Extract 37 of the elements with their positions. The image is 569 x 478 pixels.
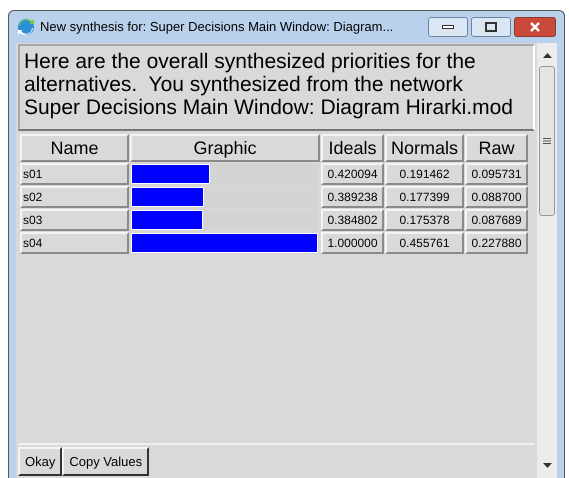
- column-header: Ideals: [321, 134, 384, 162]
- close-button[interactable]: [514, 17, 556, 37]
- scroll-up-icon[interactable]: [542, 53, 552, 58]
- table-cell: s04: [20, 232, 129, 254]
- table-cell: 0.384802: [321, 209, 384, 231]
- table-cell: 0.227880: [465, 232, 528, 254]
- column-header: Normals: [385, 134, 464, 162]
- table-cell: 0.191462: [385, 163, 464, 185]
- table-cell: 0.389238: [321, 186, 384, 208]
- minimize-button[interactable]: [428, 17, 468, 37]
- maximize-button[interactable]: [471, 17, 511, 37]
- table-cell: 0.420094: [321, 163, 384, 185]
- dialog-button[interactable]: Copy Values: [62, 447, 150, 476]
- scroll-down-icon[interactable]: [542, 463, 552, 468]
- scrollbar[interactable]: [537, 43, 557, 478]
- table-cell: 0.088700: [465, 186, 528, 208]
- grip-icon: [543, 138, 551, 144]
- window-title: New synthesis for: Super Decisions Main Window: Diagram...: [40, 18, 394, 36]
- table-cell: 0.455761: [385, 232, 464, 254]
- table-cell: s01: [20, 163, 129, 185]
- maximize-icon: [485, 22, 497, 32]
- app-icon: [17, 18, 35, 36]
- table-cell: 0.175378: [385, 209, 464, 231]
- table-cell: 0.177399: [385, 186, 464, 208]
- dialog-button[interactable]: Okay: [18, 447, 62, 476]
- table-cell: 1.000000: [321, 232, 384, 254]
- table-cell: s03: [20, 209, 129, 231]
- close-icon: [529, 22, 541, 32]
- column-header: Raw: [465, 134, 528, 162]
- message-text: Here are the overall synthesized priorities for the alternatives. You synthesized from the network Super Decisions Main Window: Diagram Hirarki.mod: [18, 44, 535, 131]
- column-header: Graphic: [130, 134, 320, 162]
- table-cell: 0.095731: [465, 163, 528, 185]
- table-cell: s02: [20, 186, 129, 208]
- column-header: Name: [20, 134, 129, 162]
- table-cell: 0.087689: [465, 209, 528, 231]
- scroll-thumb[interactable]: [539, 66, 555, 216]
- minimize-icon: [442, 25, 454, 29]
